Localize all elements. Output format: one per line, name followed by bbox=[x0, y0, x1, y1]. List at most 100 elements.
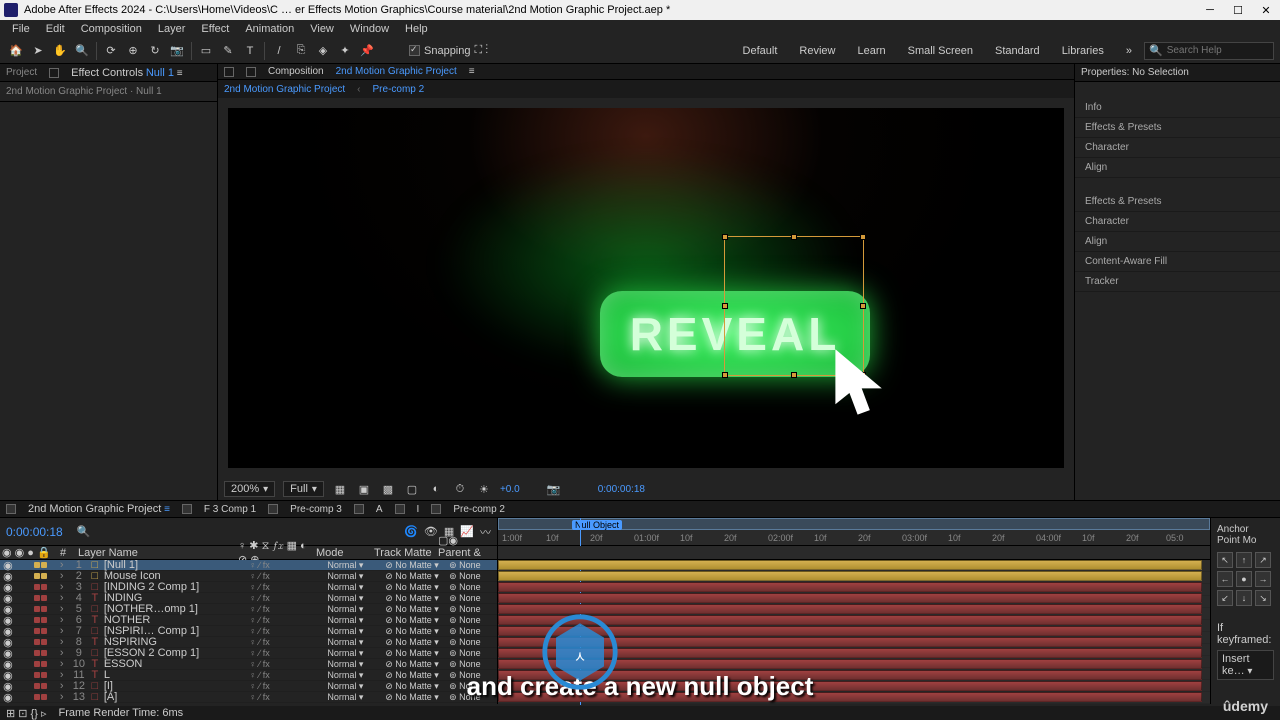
eraser-tool[interactable]: ◈ bbox=[313, 41, 333, 61]
panel-character[interactable]: Character bbox=[1075, 138, 1280, 158]
camera-icon[interactable]: 📷 bbox=[546, 481, 562, 497]
menu-animation[interactable]: Animation bbox=[239, 21, 300, 37]
layer-bar[interactable] bbox=[498, 637, 1202, 647]
clone-tool[interactable]: ⎘ bbox=[291, 41, 311, 61]
zoom-dropdown[interactable]: 200% ▾ bbox=[224, 481, 275, 497]
workspace-libraries[interactable]: Libraries bbox=[1052, 43, 1114, 59]
type-tool[interactable]: T bbox=[240, 41, 260, 61]
roto-tool[interactable]: ✦ bbox=[335, 41, 355, 61]
timeline-tab-pre3[interactable]: Pre-comp 3 bbox=[284, 504, 348, 515]
switches-icon[interactable]: 🌀 bbox=[404, 525, 418, 538]
hand-tool[interactable]: ✋ bbox=[50, 41, 70, 61]
channel-icon[interactable]: ◐ bbox=[428, 481, 444, 497]
layer-bar[interactable] bbox=[498, 670, 1202, 680]
timeline-tab-a[interactable]: A bbox=[370, 504, 389, 515]
layer-bar[interactable] bbox=[498, 560, 1202, 570]
minimize-button[interactable]: ─ bbox=[1200, 3, 1220, 17]
layer-bar[interactable] bbox=[498, 692, 1202, 702]
timeline-flag-icon[interactable] bbox=[395, 504, 405, 514]
layer-bar[interactable] bbox=[498, 571, 1202, 581]
transparency-icon[interactable]: ▩ bbox=[380, 481, 396, 497]
panel-align-2[interactable]: Align bbox=[1075, 232, 1280, 252]
close-button[interactable]: ✕ bbox=[1256, 3, 1276, 17]
camera-tool[interactable]: 📷 bbox=[167, 41, 187, 61]
exposure-icon[interactable]: ☀ bbox=[476, 481, 492, 497]
panel-tracker[interactable]: Tracker bbox=[1075, 272, 1280, 292]
workspace-standard[interactable]: Standard bbox=[985, 43, 1050, 59]
handle-mr[interactable] bbox=[860, 303, 866, 309]
menu-edit[interactable]: Edit bbox=[40, 21, 71, 37]
workspace-review[interactable]: Review bbox=[789, 43, 845, 59]
panel-align[interactable]: Align bbox=[1075, 158, 1280, 178]
preview-timecode[interactable]: 0:00:00:18 bbox=[598, 484, 645, 495]
workspace-small[interactable]: Small Screen bbox=[898, 43, 983, 59]
comp-menu-icon[interactable]: ≡ bbox=[469, 66, 475, 77]
pen-tool[interactable]: ✎ bbox=[218, 41, 238, 61]
toggle-switches-icon[interactable]: ⊞ ⊡ {} ▹ bbox=[6, 707, 46, 720]
current-timecode[interactable]: 0:00:00:18 bbox=[6, 525, 63, 539]
layer-bar[interactable] bbox=[498, 582, 1202, 592]
layer-bar[interactable] bbox=[498, 681, 1202, 691]
handle-bm[interactable] bbox=[791, 372, 797, 378]
orbit-tool[interactable]: ⟳ bbox=[101, 41, 121, 61]
exposure-value[interactable]: +0.0 bbox=[500, 484, 520, 495]
time-ruler[interactable]: Null Object 1:00f 10f 20f 01:00f 10f 20f… bbox=[498, 518, 1210, 546]
comp-name[interactable]: 2nd Motion Graphic Project bbox=[336, 66, 457, 77]
layer-bar[interactable] bbox=[498, 626, 1202, 636]
workspace-default[interactable]: Default bbox=[733, 43, 788, 59]
tab-effect-controls[interactable]: Effect Controls Null 1 ≡ bbox=[71, 67, 182, 79]
timeline-tab-i[interactable]: I bbox=[411, 504, 426, 515]
pan-behind-tool[interactable]: ⊕ bbox=[123, 41, 143, 61]
tab-project[interactable]: Project bbox=[6, 67, 37, 78]
handle-bl[interactable] bbox=[722, 372, 728, 378]
rectangle-tool[interactable]: ▭ bbox=[196, 41, 216, 61]
timeline-flag-icon[interactable] bbox=[354, 504, 364, 514]
snapping-toggle[interactable]: Snapping ⛶ ⋮ bbox=[409, 44, 488, 57]
rotate-tool[interactable]: ↻ bbox=[145, 41, 165, 61]
maximize-button[interactable]: ☐ bbox=[1228, 3, 1248, 17]
handle-ml[interactable] bbox=[722, 303, 728, 309]
menu-file[interactable]: File bbox=[6, 21, 36, 37]
layer-bar[interactable] bbox=[498, 648, 1202, 658]
menu-window[interactable]: Window bbox=[344, 21, 395, 37]
timeline-tab-pre2[interactable]: Pre-comp 2 bbox=[447, 504, 511, 515]
zoom-tool[interactable]: 🔍 bbox=[72, 41, 92, 61]
anchor-grid[interactable]: ↖↑↗ ←●→ ↙↓↘ bbox=[1217, 552, 1274, 606]
search-help[interactable]: 🔍 bbox=[1144, 42, 1274, 60]
panel-character-2[interactable]: Character bbox=[1075, 212, 1280, 232]
resolution-dropdown[interactable]: Full ▾ bbox=[283, 481, 324, 497]
comp-lock-icon[interactable] bbox=[246, 67, 256, 77]
menu-help[interactable]: Help bbox=[399, 21, 434, 37]
mask-icon[interactable]: ▣ bbox=[356, 481, 372, 497]
search-layers-icon[interactable]: 🔍 bbox=[77, 525, 91, 538]
menu-composition[interactable]: Composition bbox=[75, 21, 148, 37]
comp-flag-icon[interactable] bbox=[224, 67, 234, 77]
workspace-learn[interactable]: Learn bbox=[847, 43, 895, 59]
clock-icon[interactable]: ⏱ bbox=[452, 481, 468, 497]
workspace-more-icon[interactable]: » bbox=[1116, 43, 1142, 59]
tracks-area[interactable] bbox=[498, 560, 1210, 704]
region-icon[interactable]: ▢ bbox=[404, 481, 420, 497]
menu-layer[interactable]: Layer bbox=[152, 21, 192, 37]
panel-effects-presets-2[interactable]: Effects & Presets bbox=[1075, 192, 1280, 212]
handle-tm[interactable] bbox=[791, 234, 797, 240]
timeline-flag-icon[interactable] bbox=[268, 504, 278, 514]
search-input[interactable] bbox=[1167, 45, 1269, 56]
keyframe-dropdown[interactable]: Insert ke… ▾ bbox=[1217, 650, 1274, 680]
breadcrumb-child[interactable]: Pre-comp 2 bbox=[373, 84, 425, 95]
timeline-flag-icon[interactable] bbox=[182, 504, 192, 514]
layer-bar[interactable] bbox=[498, 604, 1202, 614]
breadcrumb-root[interactable]: 2nd Motion Graphic Project bbox=[224, 84, 345, 95]
snapping-options-icon[interactable]: ⛶ ⋮ bbox=[475, 44, 489, 57]
puppet-tool[interactable]: 📌 bbox=[357, 41, 377, 61]
brush-tool[interactable]: / bbox=[269, 41, 289, 61]
layer-bar[interactable] bbox=[498, 615, 1202, 625]
layer-bar[interactable] bbox=[498, 593, 1202, 603]
timeline-flag-icon[interactable] bbox=[431, 504, 441, 514]
timeline-flag-icon[interactable] bbox=[6, 504, 16, 514]
menu-effect[interactable]: Effect bbox=[195, 21, 235, 37]
home-tool[interactable]: 🏠 bbox=[6, 41, 26, 61]
handle-tl[interactable] bbox=[722, 234, 728, 240]
layer-row[interactable]: ◉›13□[A]♀ ∕ fxNormal ▾⊘ No Matte ▾⊚ None bbox=[0, 692, 497, 703]
panel-content-aware[interactable]: Content-Aware Fill bbox=[1075, 252, 1280, 272]
